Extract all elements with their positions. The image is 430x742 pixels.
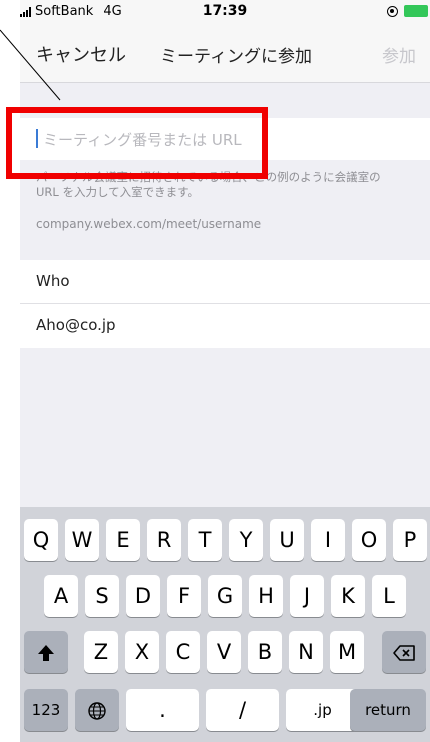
- status-right: [387, 5, 428, 17]
- key-l[interactable]: L: [372, 575, 406, 617]
- status-time: 17:39: [202, 3, 248, 19]
- annotation-line: [0, 29, 61, 101]
- key-r[interactable]: R: [147, 519, 181, 561]
- name-value: Who: [36, 272, 70, 290]
- key-q[interactable]: Q: [24, 519, 58, 561]
- key-o[interactable]: O: [352, 519, 386, 561]
- key-y[interactable]: Y: [229, 519, 263, 561]
- key-e[interactable]: E: [106, 519, 140, 561]
- backspace-icon: [393, 645, 415, 661]
- key-d[interactable]: D: [126, 575, 160, 617]
- nav-bar: キャンセル ミーティングに参加 参加: [20, 24, 430, 83]
- key-m[interactable]: M: [330, 631, 364, 673]
- email-value: Aho@co.jp: [36, 316, 116, 334]
- helper-line-2: URL を入力して入室できます。: [36, 185, 199, 199]
- keyboard: Q W E R T Y U I O P A S D F G H J K L Z …: [20, 507, 430, 742]
- battery-icon: [404, 5, 428, 17]
- key-n[interactable]: N: [289, 631, 323, 673]
- shift-key[interactable]: [24, 631, 68, 673]
- key-p[interactable]: P: [393, 519, 427, 561]
- key-v[interactable]: V: [207, 631, 241, 673]
- dot-key[interactable]: .: [126, 689, 199, 731]
- shift-arrow-icon: [38, 645, 54, 661]
- key-i[interactable]: I: [311, 519, 345, 561]
- name-field[interactable]: Who: [20, 260, 430, 304]
- numbers-key[interactable]: 123: [24, 689, 68, 731]
- key-u[interactable]: U: [270, 519, 304, 561]
- key-g[interactable]: G: [208, 575, 242, 617]
- key-j[interactable]: J: [290, 575, 324, 617]
- key-x[interactable]: X: [125, 631, 159, 673]
- key-c[interactable]: C: [166, 631, 200, 673]
- join-button[interactable]: 参加: [382, 42, 416, 67]
- status-bar: SoftBank 4G 17:39: [20, 0, 430, 24]
- key-a[interactable]: A: [44, 575, 78, 617]
- key-t[interactable]: T: [188, 519, 222, 561]
- email-field[interactable]: Aho@co.jp: [20, 304, 430, 348]
- orientation-lock-icon: [387, 5, 398, 17]
- slash-key[interactable]: /: [206, 689, 279, 731]
- key-w[interactable]: W: [65, 519, 99, 561]
- key-z[interactable]: Z: [84, 631, 118, 673]
- highlight-box: [6, 107, 268, 179]
- key-k[interactable]: K: [331, 575, 365, 617]
- key-f[interactable]: F: [167, 575, 201, 617]
- key-h[interactable]: H: [249, 575, 283, 617]
- jp-domain-key[interactable]: .jp: [286, 689, 359, 731]
- example-url: company.webex.com/meet/username: [36, 217, 262, 231]
- page-title: ミーティングに参加: [160, 47, 312, 67]
- key-s[interactable]: S: [85, 575, 119, 617]
- return-key[interactable]: return: [350, 689, 426, 731]
- globe-key[interactable]: [75, 689, 119, 731]
- globe-icon: [88, 702, 106, 720]
- delete-key[interactable]: [382, 631, 426, 673]
- key-b[interactable]: B: [248, 631, 282, 673]
